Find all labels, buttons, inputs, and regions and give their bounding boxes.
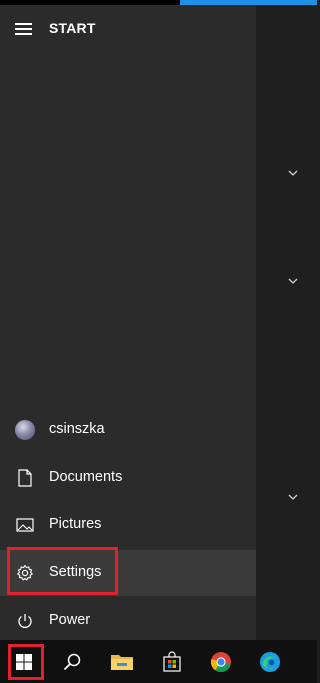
chrome-icon — [210, 651, 231, 672]
taskbar — [0, 640, 317, 683]
pictures-item[interactable]: Pictures — [0, 502, 256, 548]
documents-label: Documents — [49, 469, 123, 485]
search-icon — [63, 653, 81, 670]
file-explorer-button[interactable] — [98, 640, 146, 683]
hamburger-menu-icon[interactable] — [15, 22, 33, 36]
user-name: csinszka — [49, 421, 105, 437]
chrome-button[interactable] — [197, 640, 245, 683]
document-icon — [15, 468, 35, 488]
power-item[interactable]: Power — [0, 598, 256, 644]
documents-item[interactable]: Documents — [0, 455, 256, 501]
folder-icon — [111, 654, 133, 670]
settings-highlight-box — [7, 547, 118, 595]
avatar — [15, 420, 35, 440]
store-bag-icon — [163, 650, 181, 672]
start-title: START — [49, 20, 96, 36]
pictures-label: Pictures — [49, 516, 102, 532]
chevron-down-icon[interactable] — [286, 166, 300, 180]
search-button[interactable] — [48, 640, 96, 683]
tiles-area — [256, 5, 317, 640]
start-highlight-box — [8, 644, 44, 680]
chevron-down-icon[interactable] — [286, 490, 300, 504]
user-account-item[interactable]: csinszka — [0, 407, 256, 453]
power-icon — [15, 611, 35, 631]
store-button[interactable] — [148, 640, 196, 683]
pictures-icon — [15, 515, 35, 535]
edge-icon — [260, 651, 280, 672]
edge-button[interactable] — [246, 640, 294, 683]
power-label: Power — [49, 612, 91, 628]
chevron-down-icon[interactable] — [286, 274, 300, 288]
